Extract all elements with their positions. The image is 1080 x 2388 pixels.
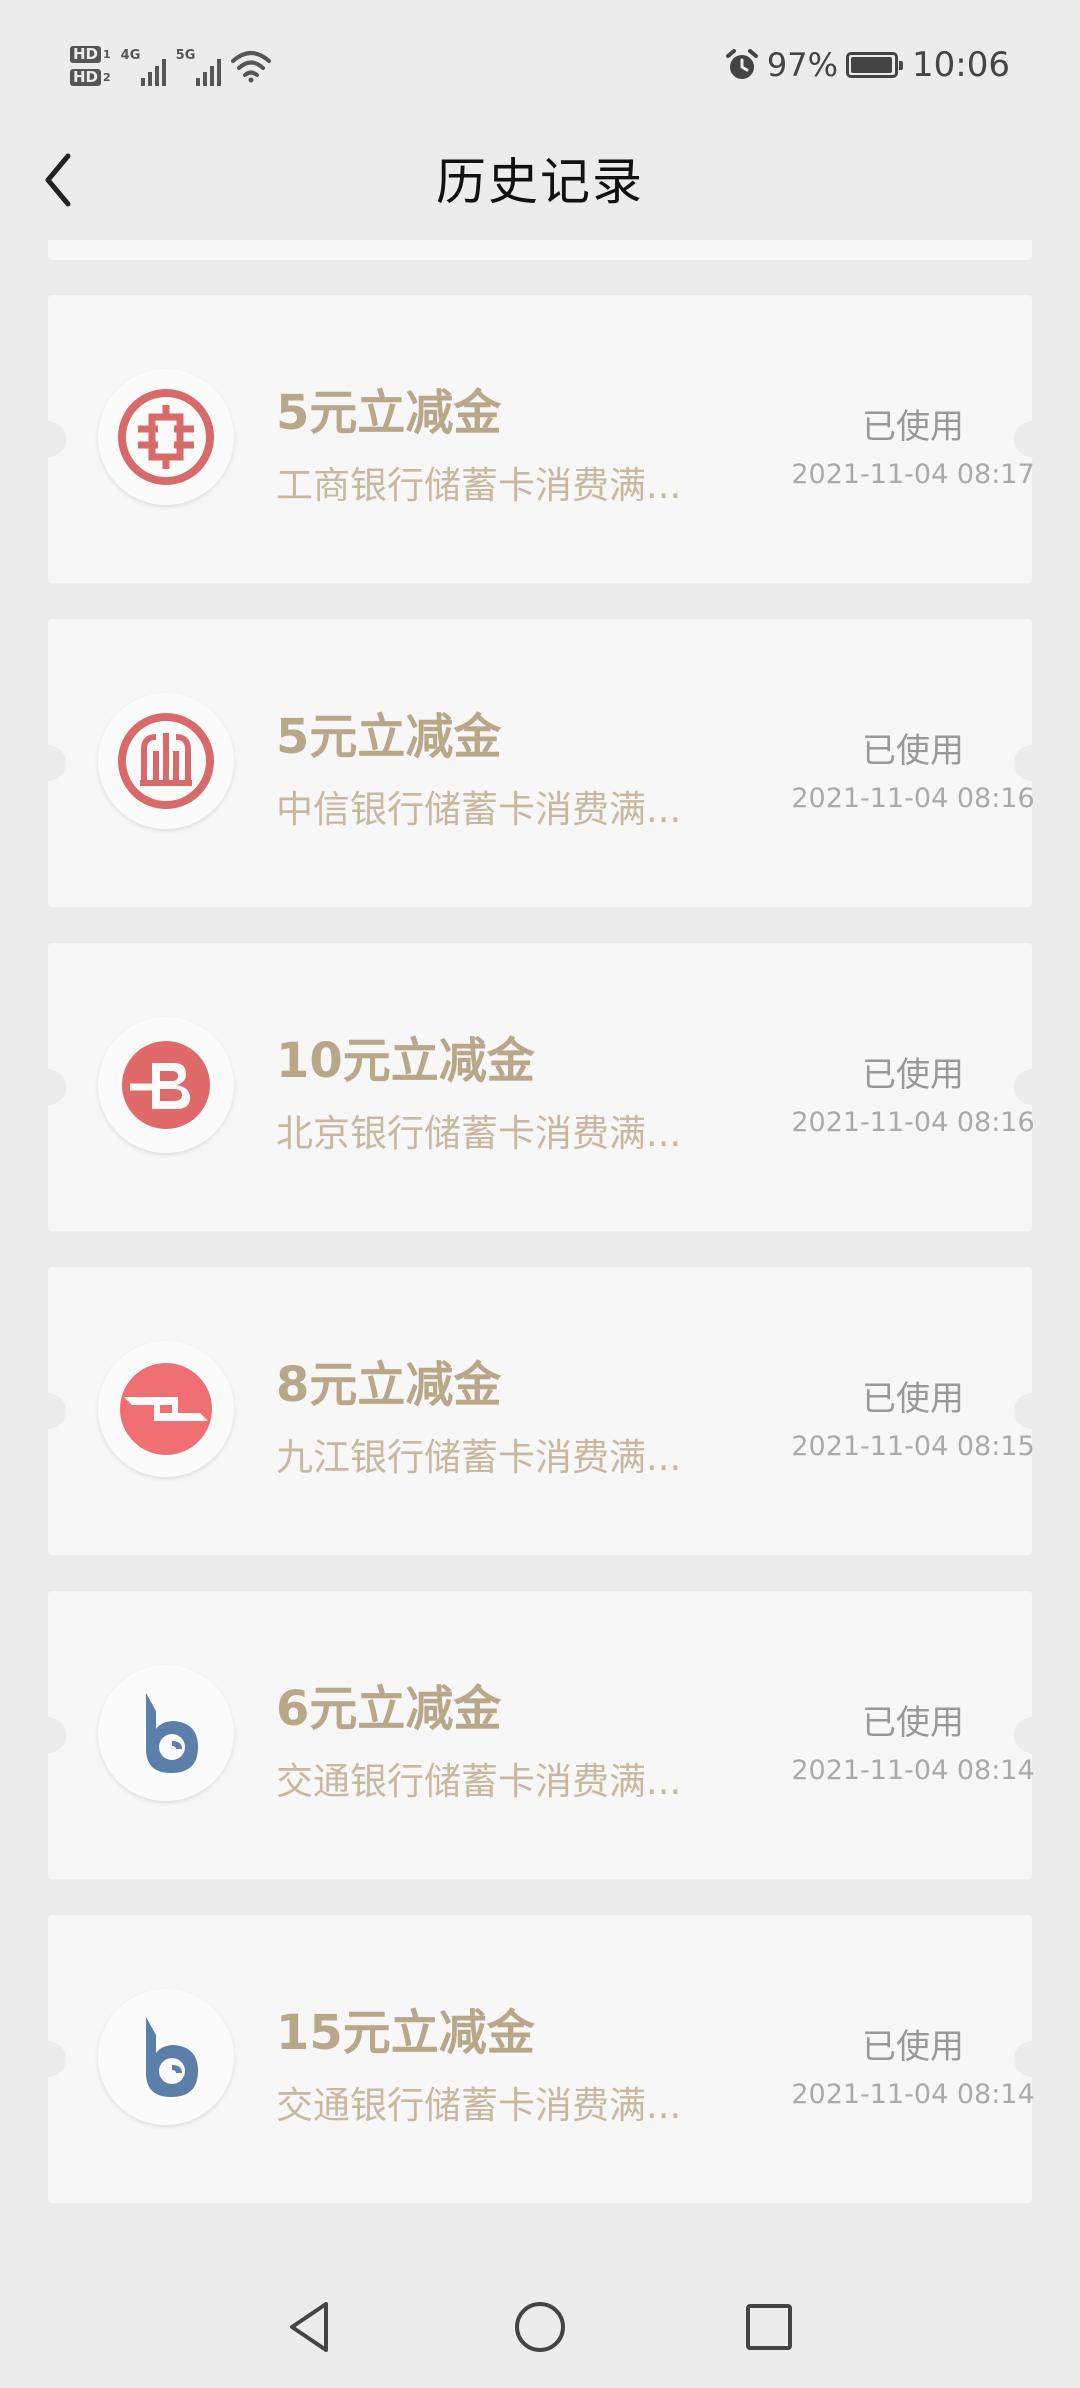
network-1-label: 4G <box>120 48 141 63</box>
card-notch-left <box>30 745 66 781</box>
jiujiang-logo-icon <box>98 1341 234 1477</box>
coupon-description: 交通银行储蓄卡消费满... <box>276 1760 682 1803</box>
sim1-number: 1 <box>103 48 111 61</box>
coupon-description: 九江银行储蓄卡消费满... <box>276 1436 682 1479</box>
coupon-card[interactable]: 5元立减金 中信银行储蓄卡消费满... 已使用 2021-11-04 08:16 <box>30 619 1050 907</box>
coupon-time: 2021-11-04 08:14 <box>791 1755 1035 1786</box>
page-title: 历史记录 <box>436 153 644 211</box>
coupon-card[interactable]: 8元立减金 九江银行储蓄卡消费满... 已使用 2021-11-04 08:15 <box>30 1267 1050 1555</box>
battery-icon <box>846 52 904 78</box>
previous-coupon-card-edge <box>48 240 1032 260</box>
status-left: HD 1 HD 2 4G 5G <box>70 38 271 94</box>
network-1: 4G <box>121 46 166 86</box>
coupon-history-list[interactable]: 5元立减金 工商银行储蓄卡消费满... 已使用 2021-11-04 08:17… <box>0 240 1080 2240</box>
coupon-description: 中信银行储蓄卡消费满... <box>276 788 682 831</box>
signal-icon <box>140 52 166 86</box>
sim1-hd-badge: HD <box>70 46 102 63</box>
battery-percent: 97% <box>766 46 839 84</box>
coupon-time: 2021-11-04 08:16 <box>791 783 1035 814</box>
coupon-time: 2021-11-04 08:16 <box>791 1107 1035 1138</box>
recents-square-icon[interactable] <box>740 2298 798 2356</box>
back-triangle-icon[interactable] <box>282 2298 340 2356</box>
card-notch-left <box>30 421 66 457</box>
status-bar: HD 1 HD 2 4G 5G 97% 10:06 <box>0 0 1080 130</box>
coupon-amount: 5元立减金 <box>276 709 502 765</box>
coupon-card[interactable]: 6元立减金 交通银行储蓄卡消费满... 已使用 2021-11-04 08:14 <box>30 1591 1050 1879</box>
coupon-status: 已使用 <box>862 407 964 447</box>
coupon-card[interactable]: 5元立减金 工商银行储蓄卡消费满... 已使用 2021-11-04 08:17 <box>30 295 1050 583</box>
card-notch-right <box>1014 1717 1050 1753</box>
bocom-logo-icon <box>98 1665 234 1801</box>
coupon-time: 2021-11-04 08:14 <box>791 2079 1035 2110</box>
clock: 10:06 <box>912 45 1010 85</box>
sim-indicators: HD 1 HD 2 <box>70 46 111 86</box>
signal-icon <box>195 52 221 86</box>
coupon-description: 北京银行储蓄卡消费满... <box>276 1112 682 1155</box>
card-notch-left <box>30 1717 66 1753</box>
bob-logo-icon <box>98 1017 234 1153</box>
coupon-card[interactable]: 10元立减金 北京银行储蓄卡消费满... 已使用 2021-11-04 08:1… <box>30 943 1050 1231</box>
coupon-description: 工商银行储蓄卡消费满... <box>276 464 682 507</box>
card-notch-right <box>1014 745 1050 781</box>
card-notch-right <box>1014 2041 1050 2077</box>
coupon-amount: 10元立减金 <box>276 1033 535 1089</box>
coupon-card[interactable]: 15元立减金 交通银行储蓄卡消费满... 已使用 2021-11-04 08:1… <box>30 1915 1050 2203</box>
card-notch-left <box>30 2041 66 2077</box>
system-nav-bar <box>0 2260 1080 2388</box>
battery-fill <box>851 57 892 73</box>
coupon-status: 已使用 <box>862 731 964 771</box>
coupon-amount: 15元立减金 <box>276 2005 535 2061</box>
card-notch-right <box>1014 1393 1050 1429</box>
coupon-amount: 8元立减金 <box>276 1357 502 1413</box>
coupon-amount: 5元立减金 <box>276 385 502 441</box>
sim1-indicator: HD 1 <box>70 46 111 63</box>
card-notch-right <box>1014 421 1050 457</box>
sim2-hd-badge: HD <box>70 69 102 86</box>
wifi-icon <box>230 51 271 83</box>
alarm-icon <box>725 49 758 79</box>
icbc-logo-icon <box>98 369 234 505</box>
header: 历史记录 <box>0 130 1080 230</box>
status-right: 97% 10:06 <box>725 40 1010 90</box>
coupon-time: 2021-11-04 08:17 <box>791 459 1035 490</box>
coupon-status: 已使用 <box>862 2027 964 2067</box>
coupon-amount: 6元立减金 <box>276 1681 502 1737</box>
coupon-status: 已使用 <box>862 1703 964 1743</box>
network-2: 5G <box>176 46 221 86</box>
bocom-logo-icon <box>98 1989 234 2125</box>
coupon-description: 交通银行储蓄卡消费满... <box>276 2084 682 2127</box>
coupon-time: 2021-11-04 08:15 <box>791 1431 1035 1462</box>
coupon-status: 已使用 <box>862 1055 964 1095</box>
sim2-indicator: HD 2 <box>70 69 111 86</box>
card-notch-right <box>1014 1069 1050 1105</box>
citic-logo-icon <box>98 693 234 829</box>
card-notch-left <box>30 1393 66 1429</box>
network-2-label: 5G <box>175 48 196 63</box>
sim2-number: 2 <box>103 71 111 84</box>
card-notch-left <box>30 1069 66 1105</box>
coupon-status: 已使用 <box>862 1379 964 1419</box>
home-circle-icon[interactable] <box>511 2298 569 2356</box>
